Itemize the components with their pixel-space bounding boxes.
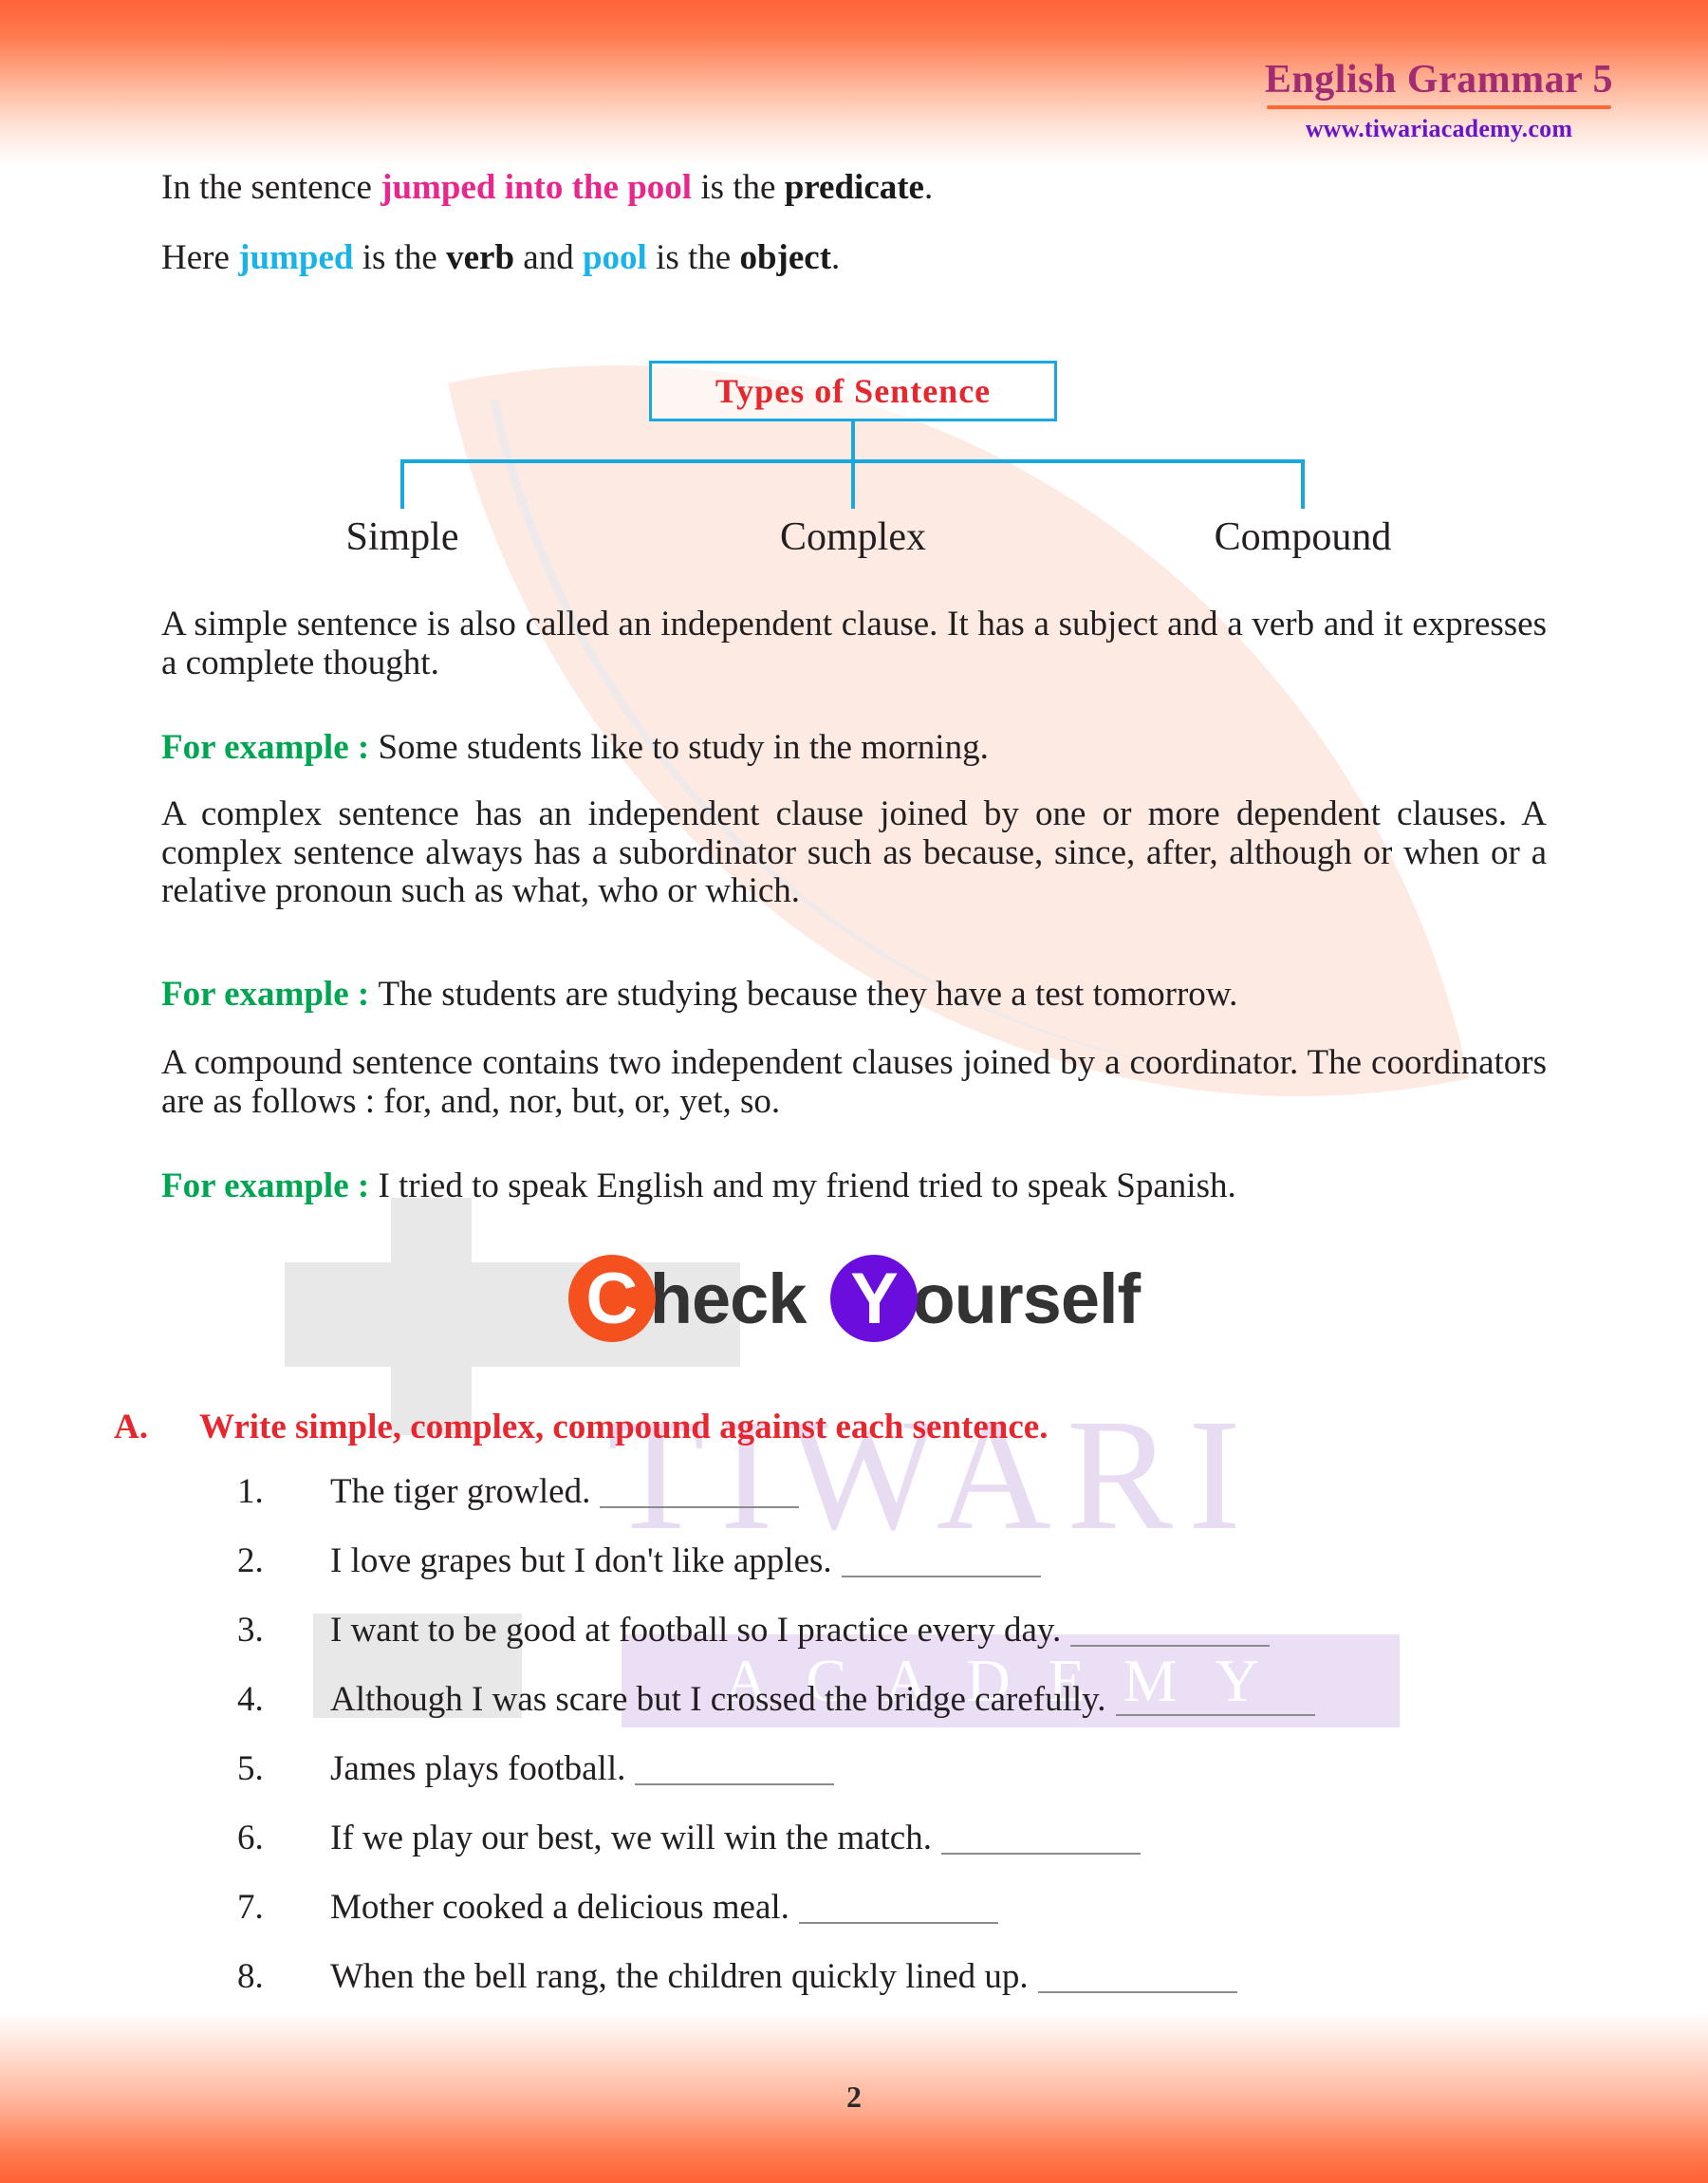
paragraph-simple-sentence: A simple sentence is also called an inde… bbox=[161, 605, 1547, 682]
question-text: Mother cooked a delicious meal. bbox=[330, 1888, 789, 1927]
example-complex-sentence: For example : The students are studying … bbox=[161, 975, 1547, 1015]
exercise-instruction: Write simple, complex, compound against … bbox=[199, 1408, 1049, 1446]
header-title: English Grammar 5 bbox=[1264, 58, 1613, 102]
intro-line-1-pre: In the sentence bbox=[161, 168, 381, 207]
yourself-word: ourself bbox=[912, 1259, 1141, 1338]
question-text-wrap: I want to be good at football so I pract… bbox=[330, 1610, 1271, 1651]
intro-line-2-m1: is the bbox=[353, 238, 447, 277]
intro-line-2-b1: verb bbox=[446, 238, 515, 277]
question-text: The tiger growled. bbox=[330, 1472, 591, 1511]
intro-line-1-mid: is the bbox=[692, 168, 785, 207]
list-item: 2. I love grapes but I don't like apples… bbox=[0, 1540, 1708, 1610]
answer-blank[interactable] bbox=[600, 1476, 800, 1508]
intro-line-2-post: . bbox=[831, 238, 841, 277]
question-text: I want to be good at football so I pract… bbox=[330, 1611, 1062, 1650]
intro-line-2-pre: Here bbox=[161, 238, 239, 277]
question-text: I love grapes but I don't like apples. bbox=[330, 1541, 832, 1580]
diagram-branch-complex: Complex bbox=[780, 515, 926, 559]
question-number: 8. bbox=[237, 1957, 264, 1996]
exercise-marker: A. bbox=[114, 1408, 148, 1446]
question-number: 1. bbox=[237, 1472, 264, 1511]
question-text-wrap: If we play our best, we will win the mat… bbox=[330, 1818, 1141, 1858]
header-divider bbox=[1266, 105, 1611, 110]
answer-blank[interactable] bbox=[940, 1822, 1141, 1855]
check-word: heck bbox=[649, 1259, 808, 1338]
diagram-connector-middle bbox=[851, 459, 855, 509]
yourself-initial-letter: Y bbox=[850, 1259, 899, 1339]
question-text-wrap: Mother cooked a delicious meal. bbox=[330, 1887, 998, 1928]
list-item: 3. I want to be good at football so I pr… bbox=[0, 1610, 1708, 1679]
page-number: 2 bbox=[846, 2080, 862, 2114]
diagram-root-box: Types of Sentence bbox=[649, 361, 1057, 421]
yourself-initial-badge: Y bbox=[830, 1255, 919, 1342]
list-item: 5. James plays football. bbox=[0, 1748, 1708, 1818]
question-text-wrap: I love grapes but I don't like apples. bbox=[330, 1540, 1041, 1581]
intro-line-1: In the sentence jumped into the pool is … bbox=[161, 168, 1547, 208]
exercise-question-list: 1. The tiger growled. 2. I love grapes b… bbox=[0, 1471, 1708, 2025]
intro-line-1-highlight: jumped into the pool bbox=[381, 168, 693, 207]
page-header: English Grammar 5 www.tiwariacademy.com bbox=[1265, 59, 1613, 143]
example-text-3: I tried to speak English and my friend t… bbox=[378, 1166, 1236, 1205]
question-text: Although I was scare but I crossed the b… bbox=[330, 1680, 1106, 1719]
question-number: 5. bbox=[237, 1749, 264, 1788]
list-item: 6. If we play our best, we will win the … bbox=[0, 1818, 1708, 1887]
intro-line-2-object: pool bbox=[582, 238, 647, 277]
answer-blank[interactable] bbox=[635, 1753, 835, 1785]
check-initial-badge: C bbox=[567, 1255, 656, 1342]
question-text: If we play our best, we will win the mat… bbox=[330, 1819, 932, 1857]
question-text: James plays football. bbox=[330, 1749, 626, 1788]
example-label-3: For example : bbox=[161, 1166, 379, 1205]
example-simple-sentence: For example : Some students like to stud… bbox=[161, 728, 1547, 768]
answer-blank[interactable] bbox=[841, 1545, 1041, 1577]
answer-blank[interactable] bbox=[1070, 1614, 1271, 1647]
document-page: TIWARI ACADEMY English Grammar 5 www.tiw… bbox=[0, 0, 1708, 2183]
list-item: 8. When the bell rang, the children quic… bbox=[0, 1956, 1708, 2025]
question-text-wrap: James plays football. bbox=[330, 1748, 835, 1789]
diagram-connector-stem bbox=[851, 421, 855, 461]
intro-line-1-bold: predicate bbox=[784, 168, 924, 207]
question-text-wrap: The tiger growled. bbox=[330, 1471, 800, 1512]
example-text-2: The students are studying because they h… bbox=[378, 975, 1238, 1014]
diagram-connector-left bbox=[400, 459, 404, 509]
diagram-connector-right bbox=[1301, 459, 1305, 509]
question-text-wrap: Although I was scare but I crossed the b… bbox=[330, 1679, 1315, 1720]
check-initial-letter: C bbox=[585, 1259, 639, 1339]
diagram-branch-compound: Compound bbox=[1214, 515, 1392, 559]
check-yourself-heading: C heck Y ourself bbox=[0, 1255, 1708, 1342]
question-number: 4. bbox=[237, 1680, 264, 1719]
header-website-url[interactable]: www.tiwariacademy.com bbox=[1265, 115, 1613, 143]
diagram-branch-simple: Simple bbox=[345, 515, 459, 559]
question-number: 3. bbox=[237, 1611, 264, 1650]
list-item: 7. Mother cooked a delicious meal. bbox=[0, 1887, 1708, 1956]
list-item: 4. Although I was scare but I crossed th… bbox=[0, 1679, 1708, 1748]
types-of-sentence-diagram: Types of Sentence Simple Complex Compoun… bbox=[0, 361, 1708, 579]
intro-line-2: Here jumped is the verb and pool is the … bbox=[161, 238, 1547, 278]
intro-line-2-m3: is the bbox=[646, 238, 740, 277]
question-number: 2. bbox=[237, 1541, 264, 1580]
intro-line-2-b2: object bbox=[739, 238, 832, 277]
paragraph-complex-sentence: A complex sentence has an independent cl… bbox=[161, 794, 1547, 911]
answer-blank[interactable] bbox=[798, 1892, 998, 1924]
question-number: 6. bbox=[237, 1819, 264, 1857]
exercise-heading: A. Write simple, complex, compound agains… bbox=[114, 1407, 1537, 1447]
example-compound-sentence: For example : I tried to speak English a… bbox=[161, 1166, 1547, 1206]
example-text-1: Some students like to study in the morni… bbox=[378, 728, 989, 767]
question-text-wrap: When the bell rang, the children quickly… bbox=[330, 1956, 1237, 1997]
answer-blank[interactable] bbox=[1115, 1684, 1315, 1716]
intro-line-2-verb: jumped bbox=[238, 238, 354, 277]
list-item: 1. The tiger growled. bbox=[0, 1471, 1708, 1540]
intro-line-1-post: . bbox=[923, 168, 934, 207]
paragraph-compound-sentence: A compound sentence contains two indepen… bbox=[161, 1043, 1547, 1121]
example-label-2: For example : bbox=[161, 975, 379, 1014]
question-text: When the bell rang, the children quickly… bbox=[330, 1957, 1029, 1996]
example-label-1: For example : bbox=[161, 728, 379, 767]
diagram-root-label: Types of Sentence bbox=[715, 372, 992, 410]
question-number: 7. bbox=[237, 1888, 264, 1927]
intro-line-2-m2: and bbox=[514, 238, 583, 277]
answer-blank[interactable] bbox=[1037, 1961, 1237, 1993]
